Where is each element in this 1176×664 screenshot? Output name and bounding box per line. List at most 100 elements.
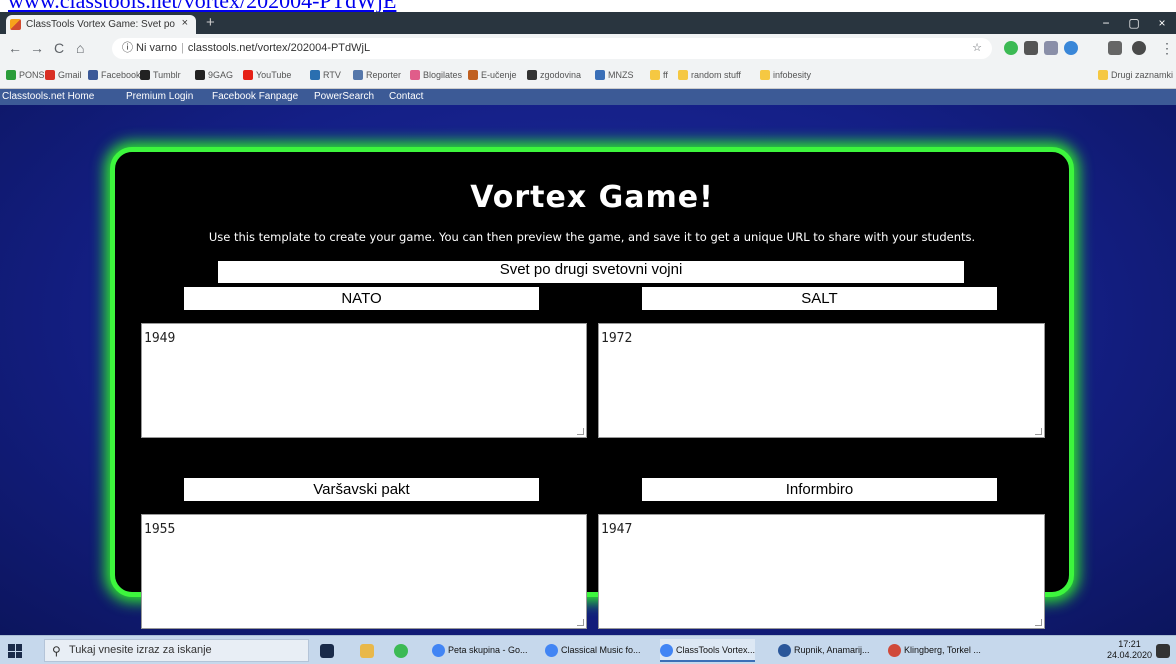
bookmark-favicon-icon — [195, 70, 205, 80]
bookmark-item[interactable]: Gmail — [45, 70, 82, 80]
bookmark-favicon-icon — [527, 70, 537, 80]
taskbar-app-button[interactable]: Classical Music fo... — [545, 639, 641, 662]
taskbar-app-button[interactable]: Klingberg, Torkel ... — [888, 639, 981, 662]
tab-bar: ClassTools Vortex Game: Svet po × + − ▢ … — [0, 12, 1176, 34]
app-icon — [432, 644, 445, 657]
bookmark-item[interactable]: zgodovina — [527, 70, 581, 80]
bookmark-favicon-icon — [243, 70, 253, 80]
browser-tab[interactable]: ClassTools Vortex Game: Svet po × — [6, 15, 196, 34]
label-varsavski-pakt[interactable]: Varšavski pakt — [184, 478, 539, 501]
clock-time: 17:21 — [1118, 639, 1141, 649]
label-informbiro[interactable]: Informbiro — [642, 478, 997, 501]
back-button[interactable]: ← — [8, 40, 22, 56]
security-indicator[interactable]: ⓘ Ni varno — [122, 42, 177, 54]
taskbar-app-button[interactable]: Rupnik, Anamarij... — [778, 639, 870, 662]
bookmark-label: infobesity — [773, 70, 812, 80]
folder-icon — [1098, 70, 1108, 80]
bookmark-label: Reporter — [366, 70, 402, 80]
site-nav-link[interactable]: PowerSearch — [314, 91, 374, 102]
taskbar-app-label: Peta skupina - Go... — [448, 645, 528, 655]
bookmark-item[interactable]: infobesity — [760, 70, 811, 80]
bookmark-item[interactable]: RTV — [310, 70, 341, 80]
bookmark-item[interactable]: Reporter — [353, 70, 401, 80]
bookmark-label: 9GAG — [208, 70, 234, 80]
answers-salt[interactable]: 1972 — [598, 323, 1045, 438]
bookmark-favicon-icon — [410, 70, 420, 80]
other-bookmarks[interactable]: Drugi zaznamki — [1098, 70, 1173, 80]
site-nav-link[interactable]: Premium Login — [126, 91, 193, 102]
bookmark-label: E-učenje — [481, 70, 517, 80]
new-tab-button[interactable]: + — [206, 14, 215, 31]
bookmark-label: MNZS — [608, 70, 634, 80]
app-icon — [888, 644, 901, 657]
other-bookmarks-label: Drugi zaznamki — [1111, 70, 1174, 80]
bookmark-label: Blogilates — [423, 70, 463, 80]
site-nav-link[interactable]: Facebook Fanpage — [212, 91, 298, 102]
extension-dark-icon[interactable] — [1024, 41, 1038, 55]
extension-blue-icon[interactable] — [1064, 41, 1078, 55]
bookmark-item[interactable]: Tumblr — [140, 70, 181, 80]
browser-menu-icon[interactable]: ⋮ — [1160, 40, 1174, 57]
profile-avatar-icon[interactable] — [1132, 41, 1146, 55]
label-nato[interactable]: NATO — [184, 287, 539, 310]
taskbar-search-placeholder: Tukaj vnesite izraz za iskanje — [69, 644, 212, 656]
label-salt[interactable]: SALT — [642, 287, 997, 310]
bookmark-label: ff — [663, 70, 668, 80]
app-icon — [660, 644, 673, 657]
site-nav-bar: Classtools.net Home Premium Login Facebook… — [0, 89, 1176, 105]
bookmark-favicon-icon — [468, 70, 478, 80]
reload-button[interactable]: C — [54, 40, 64, 56]
bookmarks-bar: Drugi zaznamki PONS Gmail Facebook Tumblr 9G… — [0, 62, 1176, 89]
home-button[interactable]: ⌂ — [76, 40, 84, 56]
game-name-field[interactable]: Svet po drugi svetovni vojni — [218, 261, 964, 283]
taskbar-search-field[interactable]: ⚲ Tukaj vnesite izraz za iskanje — [44, 639, 309, 662]
answers-informbiro[interactable]: 1947 — [598, 514, 1045, 629]
search-icon: ⚲ — [52, 644, 61, 658]
bookmark-label: random stuff — [691, 70, 741, 80]
tab-close-icon[interactable]: × — [182, 17, 188, 29]
site-nav-link[interactable]: Contact — [389, 91, 423, 102]
extension-grey-icon[interactable] — [1044, 41, 1058, 55]
answers-nato[interactable]: 1949 — [141, 323, 587, 438]
url-field[interactable]: ⓘ Ni varno | classtools.net/vortex/202004-… — [112, 38, 992, 59]
answers-varsavski-pakt[interactable]: 1955 — [141, 514, 587, 629]
bookmark-star-icon[interactable]: ☆ — [972, 38, 982, 59]
window-close-button[interactable]: × — [1148, 12, 1176, 34]
reading-list-icon[interactable] — [1108, 41, 1122, 55]
taskbar: ⚲ Tukaj vnesite izraz za iskanje 17:21 2… — [0, 635, 1176, 664]
app-icon — [545, 644, 558, 657]
extension-green-icon[interactable] — [1004, 41, 1018, 55]
bookmark-item[interactable]: ff — [650, 70, 668, 80]
system-clock[interactable]: 17:21 24.04.2020 — [1107, 639, 1152, 661]
bookmark-favicon-icon — [45, 70, 55, 80]
bookmark-label: RTV — [323, 70, 341, 80]
bookmark-item[interactable]: 9GAG — [195, 70, 233, 80]
bookmark-item[interactable]: Blogilates — [410, 70, 462, 80]
site-nav-link[interactable]: Classtools.net Home — [2, 91, 94, 102]
window-maximize-button[interactable]: ▢ — [1120, 12, 1148, 34]
bookmark-item[interactable]: random stuff — [678, 70, 741, 80]
tab-title: ClassTools Vortex Game: Svet po — [26, 19, 175, 30]
windows-start-icon[interactable] — [8, 644, 22, 658]
bookmark-favicon-icon — [88, 70, 98, 80]
notifications-icon[interactable] — [1156, 644, 1170, 658]
bookmark-label: Gmail — [58, 70, 82, 80]
forward-button[interactable]: → — [30, 40, 44, 56]
bookmark-label: Facebook — [101, 70, 141, 80]
bookmark-item[interactable]: E-učenje — [468, 70, 517, 80]
task-view-icon[interactable] — [320, 644, 334, 658]
taskbar-app-label: Rupnik, Anamarij... — [794, 645, 870, 655]
taskbar-app-label: Classical Music fo... — [561, 645, 641, 655]
file-explorer-icon[interactable] — [360, 644, 374, 658]
taskbar-app-button[interactable]: Peta skupina - Go... — [432, 639, 528, 662]
window-minimize-button[interactable]: − — [1092, 12, 1120, 34]
bookmark-label: Tumblr — [153, 70, 181, 80]
bookmark-item[interactable]: YouTube — [243, 70, 291, 80]
bookmark-item[interactable]: Facebook — [88, 70, 141, 80]
taskbar-app-button[interactable]: ClassTools Vortex... — [660, 639, 756, 662]
bookmark-item[interactable]: PONS — [6, 70, 45, 80]
chrome-app-icon[interactable] — [394, 644, 408, 658]
bookmark-favicon-icon — [595, 70, 605, 80]
bookmark-favicon-icon — [353, 70, 363, 80]
bookmark-item[interactable]: MNZS — [595, 70, 634, 80]
